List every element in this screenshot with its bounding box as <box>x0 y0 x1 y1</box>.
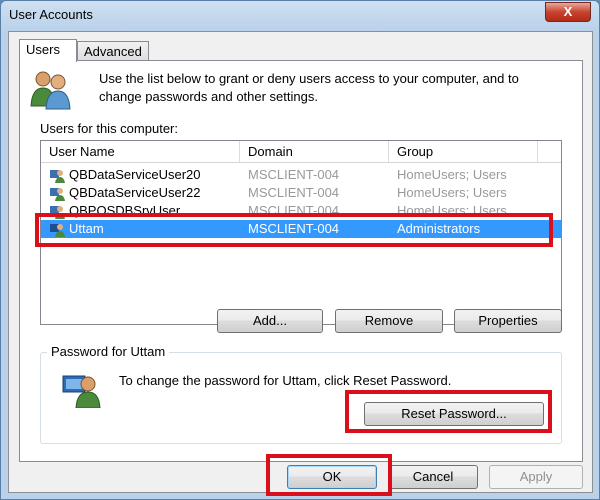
close-button[interactable]: X <box>545 2 591 22</box>
tab-users[interactable]: Users <box>19 39 77 62</box>
user-group: HomeUsers; Users <box>397 203 507 218</box>
list-item[interactable]: QBPOSDBSrvUser MSCLIENT-004 HomeUsers; U… <box>41 202 561 220</box>
column-header-group[interactable]: Group <box>389 141 538 162</box>
password-group-label: Password for Uttam <box>47 344 170 359</box>
tab-advanced[interactable]: Advanced <box>77 41 149 61</box>
user-domain: MSCLIENT-004 <box>248 203 340 218</box>
user-domain: MSCLIENT-004 <box>248 185 340 200</box>
users-icon <box>30 71 71 110</box>
cancel-label: Cancel <box>412 469 454 484</box>
window-title: User Accounts <box>9 7 93 22</box>
dialog-client-area: Users Advanced Use the list below to gra… <box>8 31 593 493</box>
remove-button-label: Remove <box>364 313 414 328</box>
properties-button[interactable]: Properties <box>454 309 562 333</box>
user-group: HomeUsers; Users <box>397 185 507 200</box>
users-list-label: Users for this computer: <box>40 121 178 136</box>
user-name: QBPOSDBSrvUser <box>69 203 181 218</box>
list-item[interactable]: QBDataServiceUser22 MSCLIENT-004 HomeUse… <box>41 184 561 202</box>
user-password-icon <box>62 375 101 408</box>
users-list[interactable]: User Name Domain Group QBDataServiceUser… <box>40 140 562 325</box>
column-header-domain[interactable]: Domain <box>240 141 389 162</box>
user-name: Uttam <box>69 221 104 236</box>
cancel-button[interactable]: Cancel <box>388 465 478 489</box>
list-item-selected[interactable]: Uttam MSCLIENT-004 Administrators <box>41 220 561 238</box>
user-domain: MSCLIENT-004 <box>248 221 340 236</box>
user-icon <box>50 224 65 237</box>
user-icon <box>50 170 65 183</box>
password-group <box>40 352 562 444</box>
add-button-label: Add... <box>253 313 287 328</box>
user-group: HomeUsers; Users <box>397 167 507 182</box>
list-header: User Name Domain Group <box>41 141 561 163</box>
user-icon <box>50 188 65 201</box>
password-instructions: To change the password for Uttam, click … <box>119 373 452 388</box>
apply-label: Apply <box>519 469 553 484</box>
remove-button[interactable]: Remove <box>335 309 443 333</box>
ok-button[interactable]: OK <box>287 465 377 489</box>
user-accounts-window: User Accounts X Users Advanced Use the l… <box>0 0 600 500</box>
user-domain: MSCLIENT-004 <box>248 167 340 182</box>
reset-password-label: Reset Password... <box>401 406 507 421</box>
user-name: QBDataServiceUser22 <box>69 185 201 200</box>
list-item[interactable]: QBDataServiceUser20 MSCLIENT-004 HomeUse… <box>41 166 561 184</box>
user-group: Administrators <box>397 221 481 236</box>
user-icon <box>50 206 65 219</box>
column-header-user-name[interactable]: User Name <box>41 141 240 162</box>
properties-button-label: Properties <box>478 313 538 328</box>
ok-label: OK <box>322 469 342 484</box>
user-name: QBDataServiceUser20 <box>69 167 201 182</box>
add-button[interactable]: Add... <box>217 309 323 333</box>
reset-password-button[interactable]: Reset Password... <box>364 402 544 426</box>
apply-button[interactable]: Apply <box>489 465 583 489</box>
intro-text: Use the list below to grant or deny user… <box>99 71 519 104</box>
